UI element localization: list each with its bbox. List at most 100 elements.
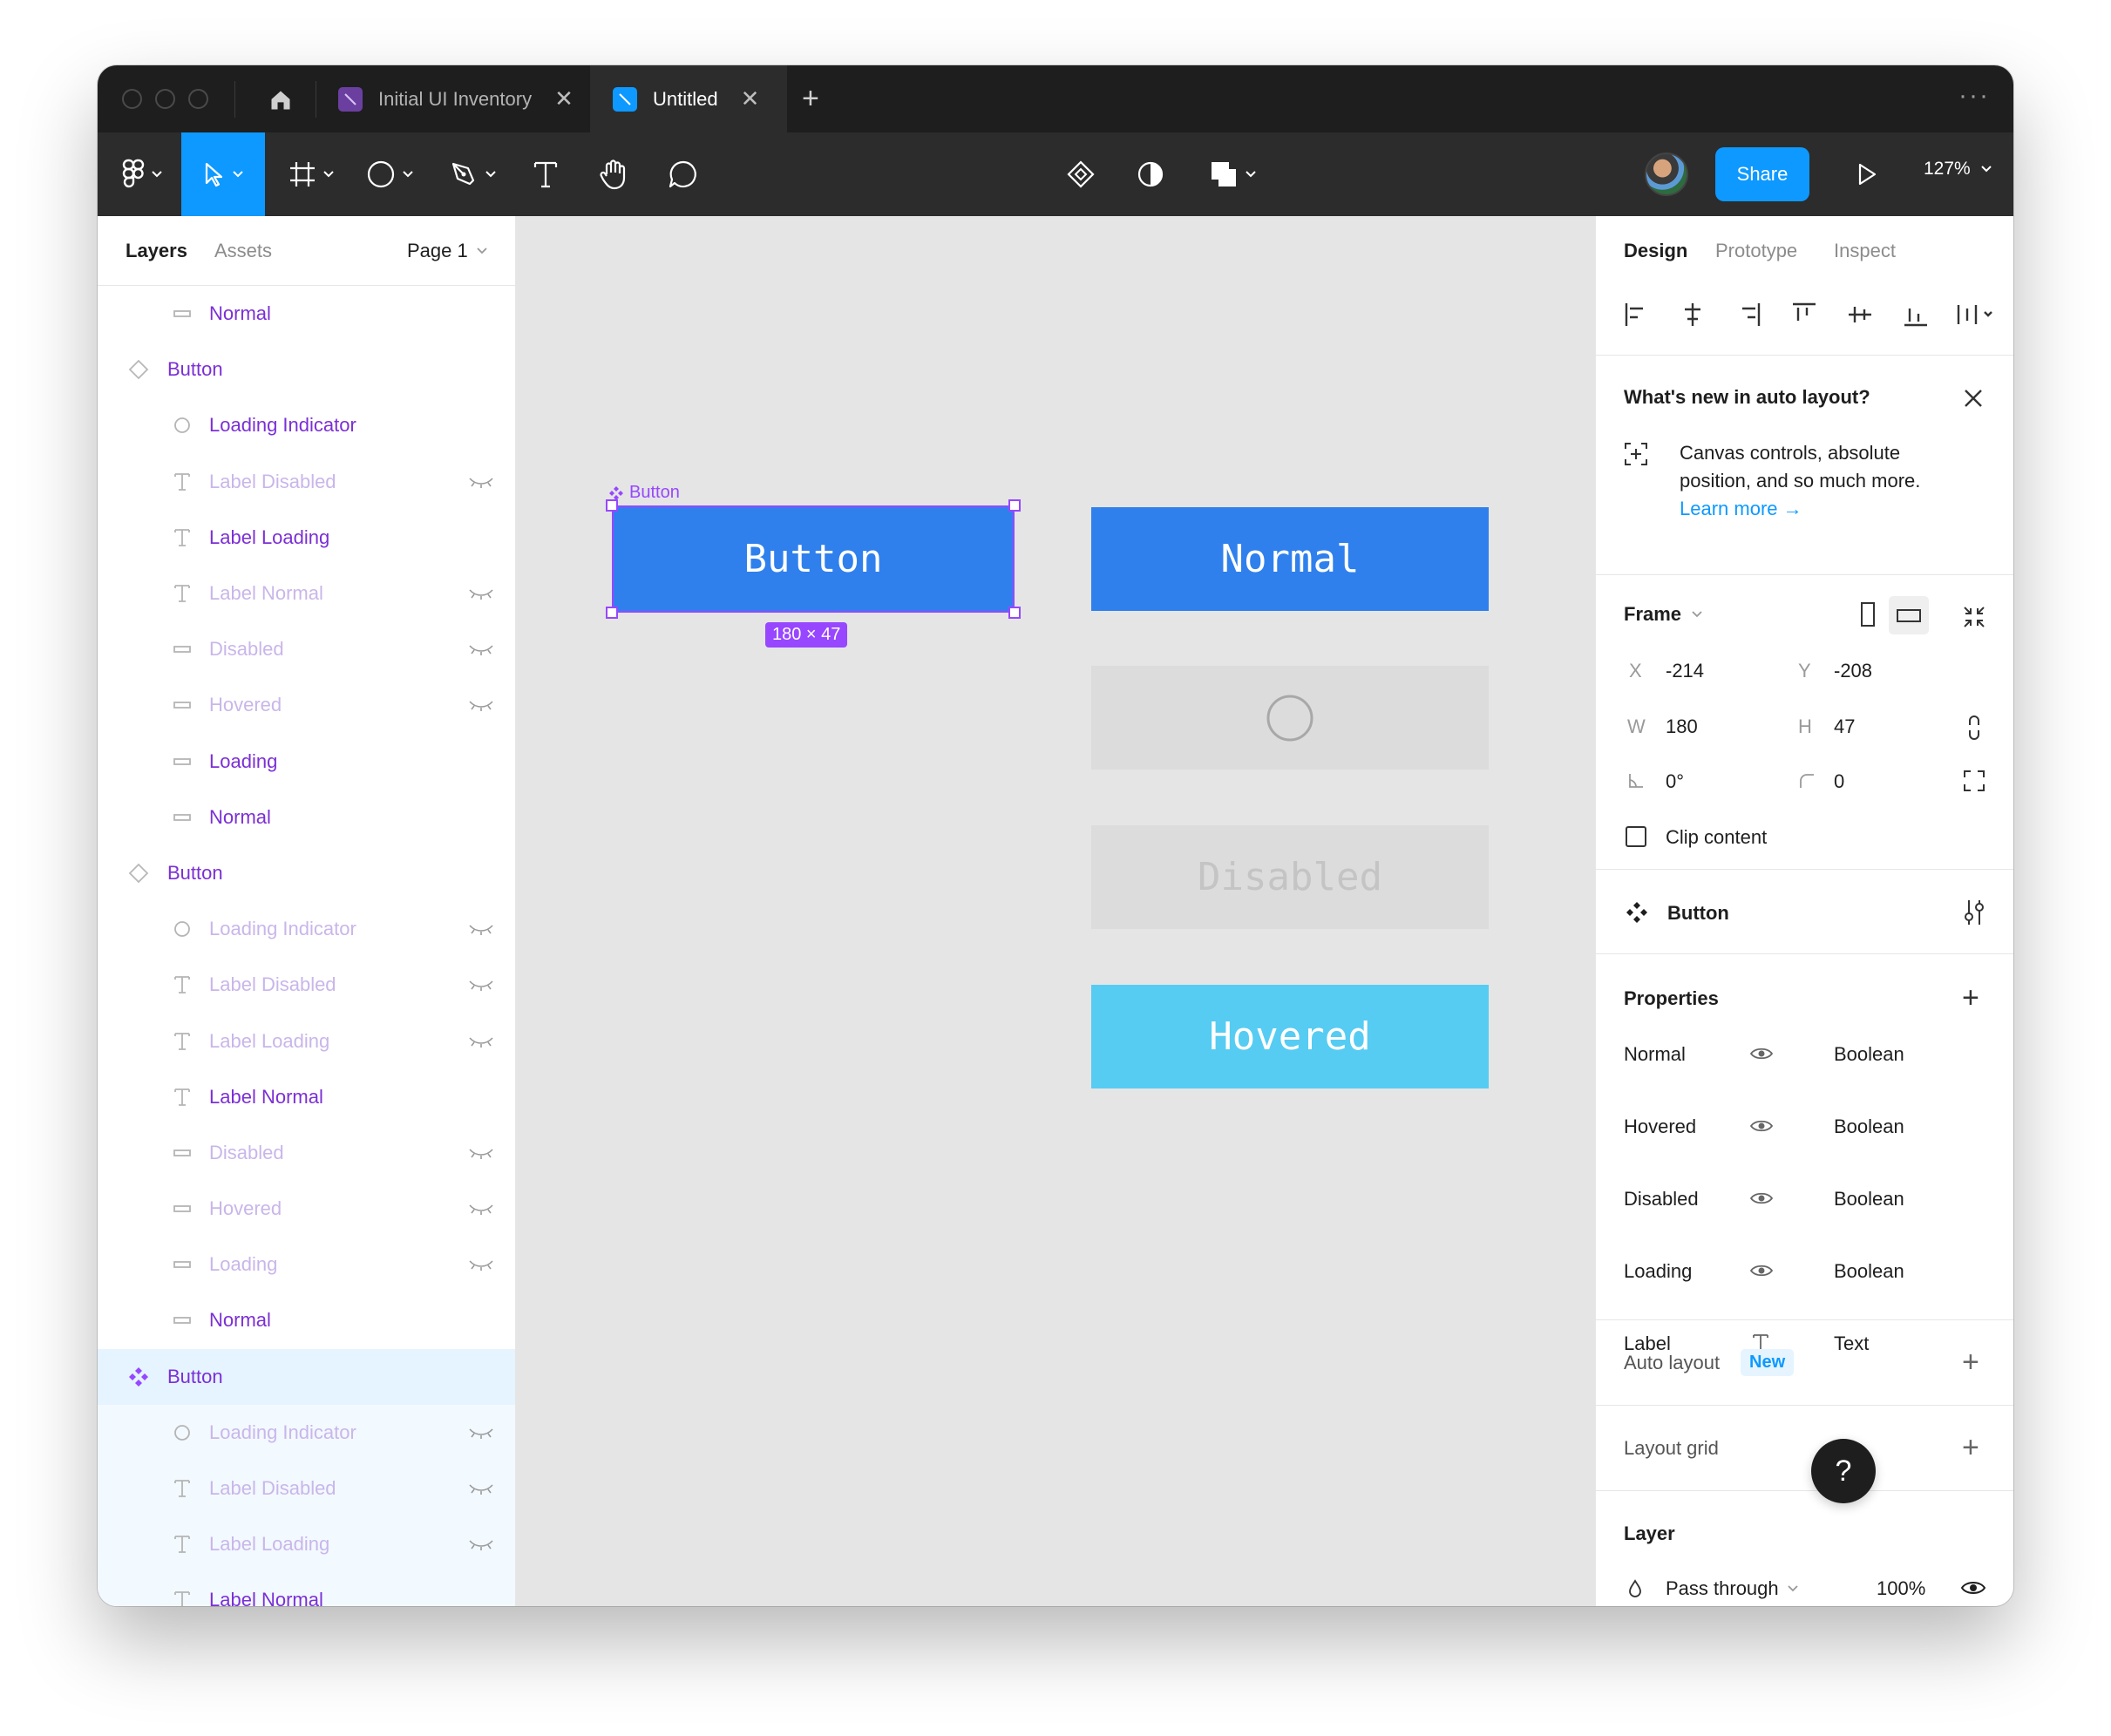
layer-row[interactable]: Normal [98,286,515,342]
layer-row[interactable]: Loading Indicator [98,1404,515,1461]
eye-closed-icon[interactable] [467,1482,495,1495]
portrait-icon[interactable] [1857,600,1878,629]
variant-disabled[interactable]: Disabled [1091,825,1489,929]
layer-row[interactable]: Loading [98,1237,515,1292]
property-row[interactable]: Normal Boolean [1624,1043,1990,1078]
x-input[interactable]: -214 [1666,660,1704,682]
eye-closed-icon[interactable] [467,922,495,936]
frame-tool-button[interactable] [281,132,342,216]
learn-more-link[interactable]: Learn more → [1680,498,1802,520]
rotation-input[interactable]: 0° [1666,770,1684,793]
main-menu-button[interactable] [112,132,173,216]
layer-row[interactable]: Label Loading [98,1516,515,1573]
blend-mode-dropdown[interactable]: Pass through [1666,1577,1798,1600]
layer-row[interactable]: Hovered [98,677,515,733]
layer-row[interactable]: Disabled [98,1125,515,1181]
eye-closed-icon[interactable] [467,475,495,489]
tab-initial-ui-inventory[interactable]: Initial UI Inventory ✕ [326,65,601,132]
eye-closed-icon[interactable] [467,978,495,992]
boolean-groups-button[interactable] [1198,132,1267,216]
minimize-window-button[interactable] [155,89,175,109]
eye-closed-icon[interactable] [467,1146,495,1160]
layer-row[interactable]: Label Normal [98,566,515,621]
layer-row[interactable]: Loading Indicator [98,397,515,453]
variant-loading[interactable] [1091,666,1489,770]
constrain-proportions-icon[interactable] [1965,715,1983,741]
comment-tool-button[interactable] [661,132,706,216]
layer-row[interactable]: Label Disabled [98,1460,515,1517]
eye-closed-icon[interactable] [467,587,495,600]
opacity-input[interactable]: 100% [1877,1577,1925,1600]
layer-row[interactable]: Label Normal [98,1069,515,1125]
layer-row[interactable]: Label Disabled [98,454,515,510]
layer-row[interactable]: Button [98,845,515,901]
eye-closed-icon[interactable] [467,642,495,656]
tab-untitled[interactable]: Untitled ✕ [590,65,787,132]
mask-button[interactable] [1128,132,1173,216]
eye-closed-icon[interactable] [467,1258,495,1271]
clip-content-checkbox[interactable] [1626,826,1646,847]
layer-row[interactable]: Label Loading [98,510,515,566]
variant-hovered[interactable]: Hovered [1091,985,1489,1088]
property-row[interactable]: Disabled Boolean [1624,1188,1990,1223]
frame-dropdown[interactable]: Frame [1624,603,1702,626]
eye-closed-icon[interactable] [467,1202,495,1216]
property-row[interactable]: Loading Boolean [1624,1260,1990,1295]
shape-tool-button[interactable] [359,132,420,216]
home-icon[interactable] [255,83,307,118]
eye-closed-icon[interactable] [467,1034,495,1048]
h-input[interactable]: 47 [1834,715,1855,738]
align-bottom-icon[interactable] [1901,300,1931,329]
eye-closed-icon[interactable] [467,698,495,712]
tab-inspect[interactable]: Inspect [1834,240,1896,262]
text-tool-button[interactable] [523,132,568,216]
layer-row[interactable]: Label Disabled [98,957,515,1013]
zoom-dropdown[interactable]: 127% [1924,159,1992,180]
page-dropdown[interactable]: Page 1 [407,240,487,262]
property-row[interactable]: Hovered Boolean [1624,1116,1990,1150]
eye-closed-icon[interactable] [467,1426,495,1440]
close-window-button[interactable] [122,89,142,109]
more-options-icon[interactable]: ··· [1958,81,1990,111]
canvas[interactable]: Button Button 180 × 47 Normal Disabled H… [517,216,1595,1606]
layer-row[interactable]: Hovered [98,1181,515,1237]
create-component-button[interactable] [1058,132,1103,216]
layer-row[interactable]: Normal [98,790,515,845]
tab-layers[interactable]: Layers [126,240,187,262]
variant-normal[interactable]: Normal [1091,507,1489,611]
hand-tool-button[interactable] [591,132,636,216]
align-vertical-center-icon[interactable] [1845,300,1875,329]
help-button[interactable]: ? [1811,1439,1876,1503]
resize-handle-bottom-left[interactable] [606,607,618,619]
close-tab-icon[interactable]: ✕ [554,85,574,112]
align-top-icon[interactable] [1789,300,1819,329]
landscape-button[interactable] [1889,596,1929,634]
resize-to-fit-icon[interactable] [1962,605,1986,629]
layer-row[interactable]: Loading [98,734,515,790]
align-right-icon[interactable] [1734,300,1763,329]
add-auto-layout-icon[interactable]: + [1962,1347,1979,1377]
present-button[interactable] [1844,132,1890,216]
close-tab-icon[interactable]: ✕ [741,85,760,112]
y-input[interactable]: -208 [1834,660,1872,682]
share-button[interactable]: Share [1715,147,1809,201]
resize-handle-top-right[interactable] [1008,499,1021,512]
layer-row[interactable]: Label Normal [98,1572,515,1606]
add-layout-grid-icon[interactable]: + [1962,1433,1979,1462]
avatar[interactable] [1645,153,1688,196]
pen-tool-button[interactable] [442,132,503,216]
layer-row[interactable]: Button [98,342,515,397]
radius-input[interactable]: 0 [1834,770,1844,793]
tab-prototype[interactable]: Prototype [1715,240,1797,262]
tab-design[interactable]: Design [1624,240,1687,262]
layer-row[interactable]: Normal [98,1292,515,1348]
independent-corners-icon[interactable] [1962,769,1986,793]
component-settings-icon[interactable] [1962,898,1986,927]
resize-handle-top-left[interactable] [606,499,618,512]
add-property-icon[interactable]: + [1962,983,1979,1013]
layer-row[interactable]: Label Loading [98,1013,515,1068]
layer-row[interactable]: Disabled [98,621,515,677]
new-tab-button[interactable]: + [802,81,819,116]
resize-handle-bottom-right[interactable] [1008,607,1021,619]
close-icon[interactable] [1962,387,1985,410]
